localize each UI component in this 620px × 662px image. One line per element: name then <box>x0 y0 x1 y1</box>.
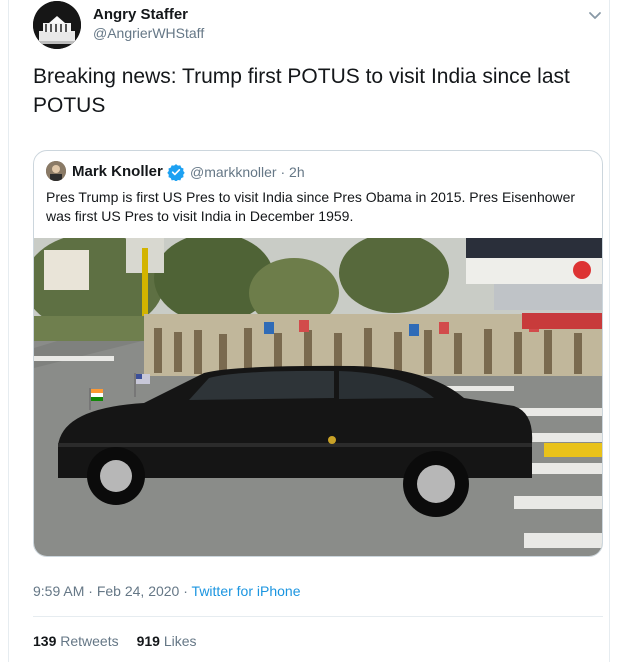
quoted-tweet[interactable]: Mark Knoller @markknoller · 2h Pres Trum… <box>33 150 603 557</box>
person-avatar-icon <box>46 161 66 181</box>
quoted-author-name[interactable]: Mark Knoller <box>72 163 163 180</box>
motorcade-photo <box>34 238 602 556</box>
meta-separator: · <box>280 164 286 180</box>
quoted-author-avatar[interactable] <box>46 161 66 181</box>
meta-separator: · <box>183 583 188 599</box>
retweets-stat[interactable]: 139 Retweets <box>33 633 119 649</box>
author-avatar[interactable] <box>33 1 81 49</box>
retweets-count: 139 <box>33 633 57 649</box>
divider <box>33 616 603 617</box>
chevron-down-icon[interactable] <box>587 7 603 23</box>
retweets-label: Retweets <box>60 633 119 649</box>
tweet-card: Angry Staffer @AngrierWHStaff Breaking n… <box>8 0 610 662</box>
likes-count: 919 <box>136 633 160 649</box>
likes-label: Likes <box>163 633 197 649</box>
quoted-age[interactable]: 2h <box>289 164 305 180</box>
tweet-stats: 139 Retweets 919 Likes <box>33 633 197 649</box>
likes-stat[interactable]: 919 Likes <box>137 633 197 649</box>
tweet-time[interactable]: 9:59 AM <box>33 583 84 599</box>
white-house-avatar-icon <box>33 1 81 49</box>
quoted-text: Pres Trump is first US Pres to visit Ind… <box>46 189 576 224</box>
quoted-photo[interactable] <box>34 238 602 556</box>
quoted-author-handle[interactable]: @markknoller <box>190 164 277 180</box>
tweet-text: Breaking news: Trump first POTUS to visi… <box>33 65 570 117</box>
author-handle[interactable]: @AngrierWHStaff <box>93 25 204 41</box>
quoted-meta: @markknoller · 2h <box>190 164 305 180</box>
meta-separator: · <box>88 583 93 599</box>
tweet-timestamp: 9:59 AM · Feb 24, 2020 · Twitter for iPh… <box>33 583 300 599</box>
tweet-date[interactable]: Feb 24, 2020 <box>97 583 180 599</box>
author-name[interactable]: Angry Staffer <box>93 6 188 23</box>
tweet-source-link[interactable]: Twitter for iPhone <box>192 583 301 599</box>
verified-badge-icon <box>167 164 185 181</box>
